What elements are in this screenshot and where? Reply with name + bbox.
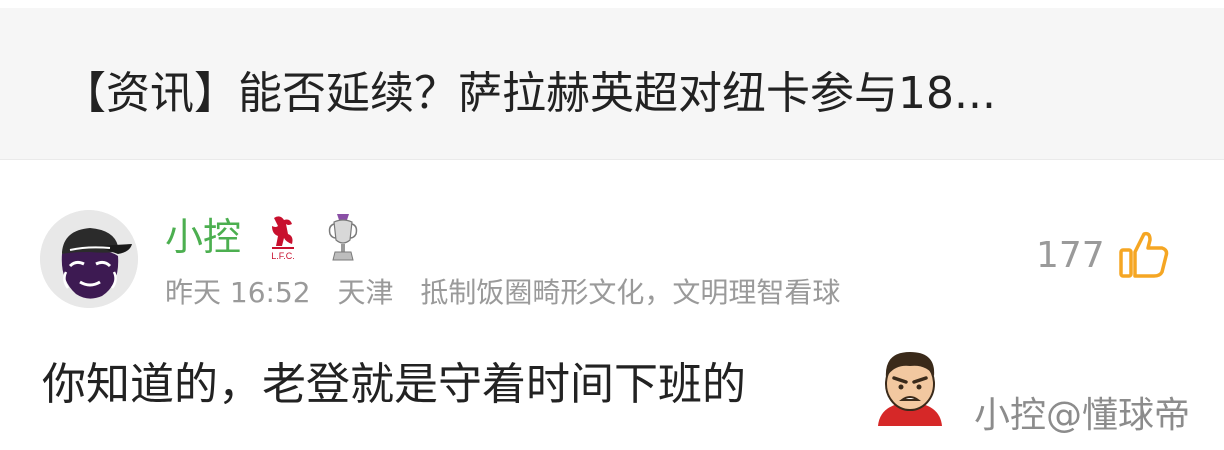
avatar[interactable] [40,210,138,308]
article-header[interactable]: 【资讯】能否延续？萨拉赫英超对纽卡参与18... [0,8,1224,160]
user-signature: 抵制饭圈畸形文化，文明理智看球 [420,276,841,309]
thumbs-up-icon[interactable] [1118,228,1170,280]
angry-face-emoji [878,352,942,426]
lfc-liverbird-icon: L.F.C. [271,216,295,261]
premier-league-lion-avatar-icon [40,210,138,308]
comment-time: 昨天 16:52 [165,276,311,309]
comment-location: 天津 [337,276,394,309]
comment-meta: 昨天 16:52 天津 抵制饭圈畸形文化，文明理智看球 [165,274,858,312]
watermark: 小控@懂球帝 [974,395,1191,436]
like-count: 177 [1036,235,1105,276]
app-root: 【资讯】能否延续？萨拉赫英超对纽卡参与18... 小控 L.F.C. 昨天 16… [0,0,1224,450]
comment-text: 你知道的，老登就是守着时间下班的 [42,359,746,410]
username[interactable]: 小控 [165,212,241,262]
premier-league-trophy-icon [328,214,358,261]
svg-text:L.F.C.: L.F.C. [271,251,295,261]
article-title[interactable]: 【资讯】能否延续？萨拉赫英超对纽卡参与18... [62,64,1162,124]
